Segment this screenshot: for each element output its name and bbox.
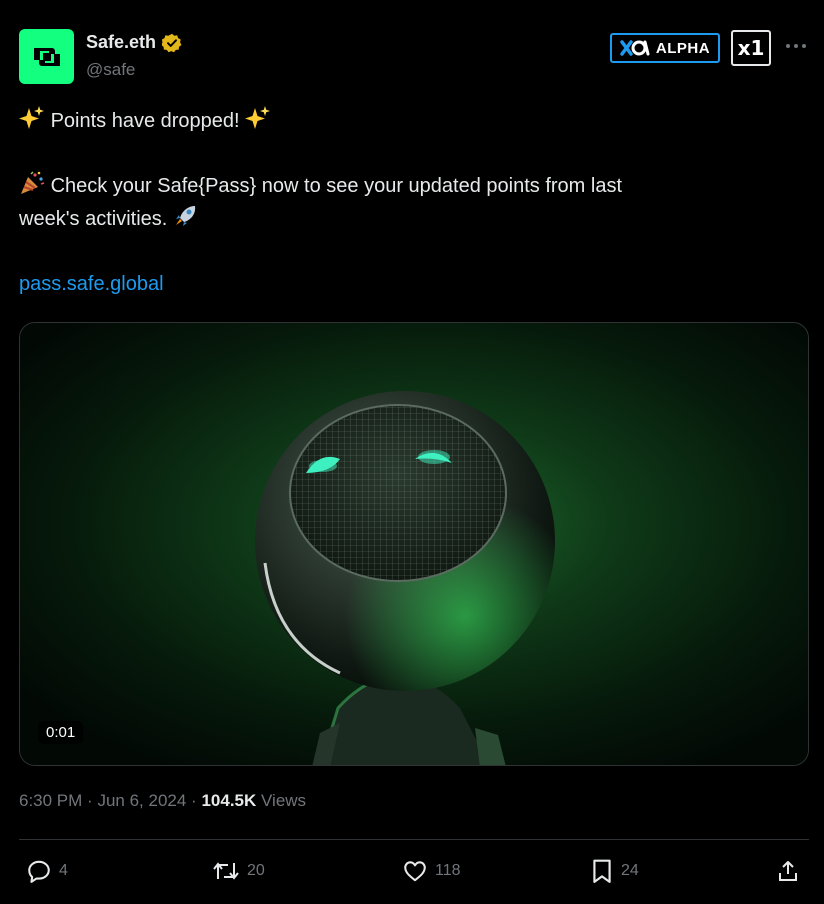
views-label: Views	[261, 791, 307, 810]
x1-label: x1	[737, 36, 765, 60]
alpha-label: ALPHA	[655, 39, 711, 57]
display-name[interactable]: Safe.eth	[86, 32, 182, 53]
views-count: 104.5K	[201, 791, 257, 810]
tweet-line2-text: Check your Safe{Pass} now to see your up…	[50, 175, 622, 197]
reply-icon	[28, 860, 50, 883]
tweet-date[interactable]: Jun 6, 2024	[97, 791, 186, 810]
meta-separator: ·	[191, 791, 197, 810]
repost-count: 20	[247, 862, 265, 879]
repost-icon	[213, 862, 239, 880]
alpha-badge[interactable]: ALPHA	[610, 33, 720, 63]
verified-badge-icon	[162, 33, 182, 53]
reply-button[interactable]: 4	[26, 858, 68, 884]
more-options-icon[interactable]	[784, 36, 808, 56]
robot-video-frame	[20, 323, 808, 765]
x1-badge[interactable]: x1	[731, 30, 771, 66]
handle[interactable]: @safe	[86, 60, 135, 80]
bookmark-count: 24	[621, 862, 639, 879]
tweet-card: Safe.eth @safe ALPHA x1 Points have drop…	[0, 0, 824, 904]
rocket-icon	[175, 206, 196, 226]
tweet-time[interactable]: 6:30 PM	[19, 791, 82, 810]
video-duration: 0:01	[38, 721, 84, 744]
tweet-line1-text: Points have dropped!	[50, 110, 240, 132]
meta-separator: ·	[87, 791, 93, 810]
safe-logo-icon	[33, 47, 60, 66]
reply-count: 4	[59, 862, 68, 879]
like-button[interactable]: 118	[402, 858, 461, 884]
bookmark-button[interactable]: 24	[590, 858, 639, 884]
bookmark-icon	[593, 859, 611, 883]
video-player[interactable]: 0:01	[19, 322, 809, 766]
tweet-line2b-text: week's activities.	[19, 208, 168, 230]
divider	[19, 839, 809, 840]
avatar[interactable]	[19, 29, 74, 84]
party-popper-icon	[21, 171, 45, 194]
repost-button[interactable]: 20	[212, 858, 265, 884]
link-pass-safe-global[interactable]: pass.safe.global	[19, 273, 164, 296]
sparkles-icon	[245, 106, 271, 129]
heart-icon	[404, 861, 426, 882]
like-count: 118	[435, 862, 461, 879]
display-name-text[interactable]: Safe.eth	[86, 32, 156, 53]
share-button[interactable]	[776, 858, 800, 884]
alpha-logo-icon	[620, 40, 650, 56]
tweet-text-line2: Check your Safe{Pass} now to see your up…	[19, 170, 799, 236]
tweet-text-line1: Points have dropped!	[19, 105, 799, 138]
sparkles-icon	[19, 106, 44, 129]
tweet-meta: 6:30 PM · Jun 6, 2024 · 104.5K Views	[19, 791, 306, 811]
share-icon	[779, 861, 797, 881]
